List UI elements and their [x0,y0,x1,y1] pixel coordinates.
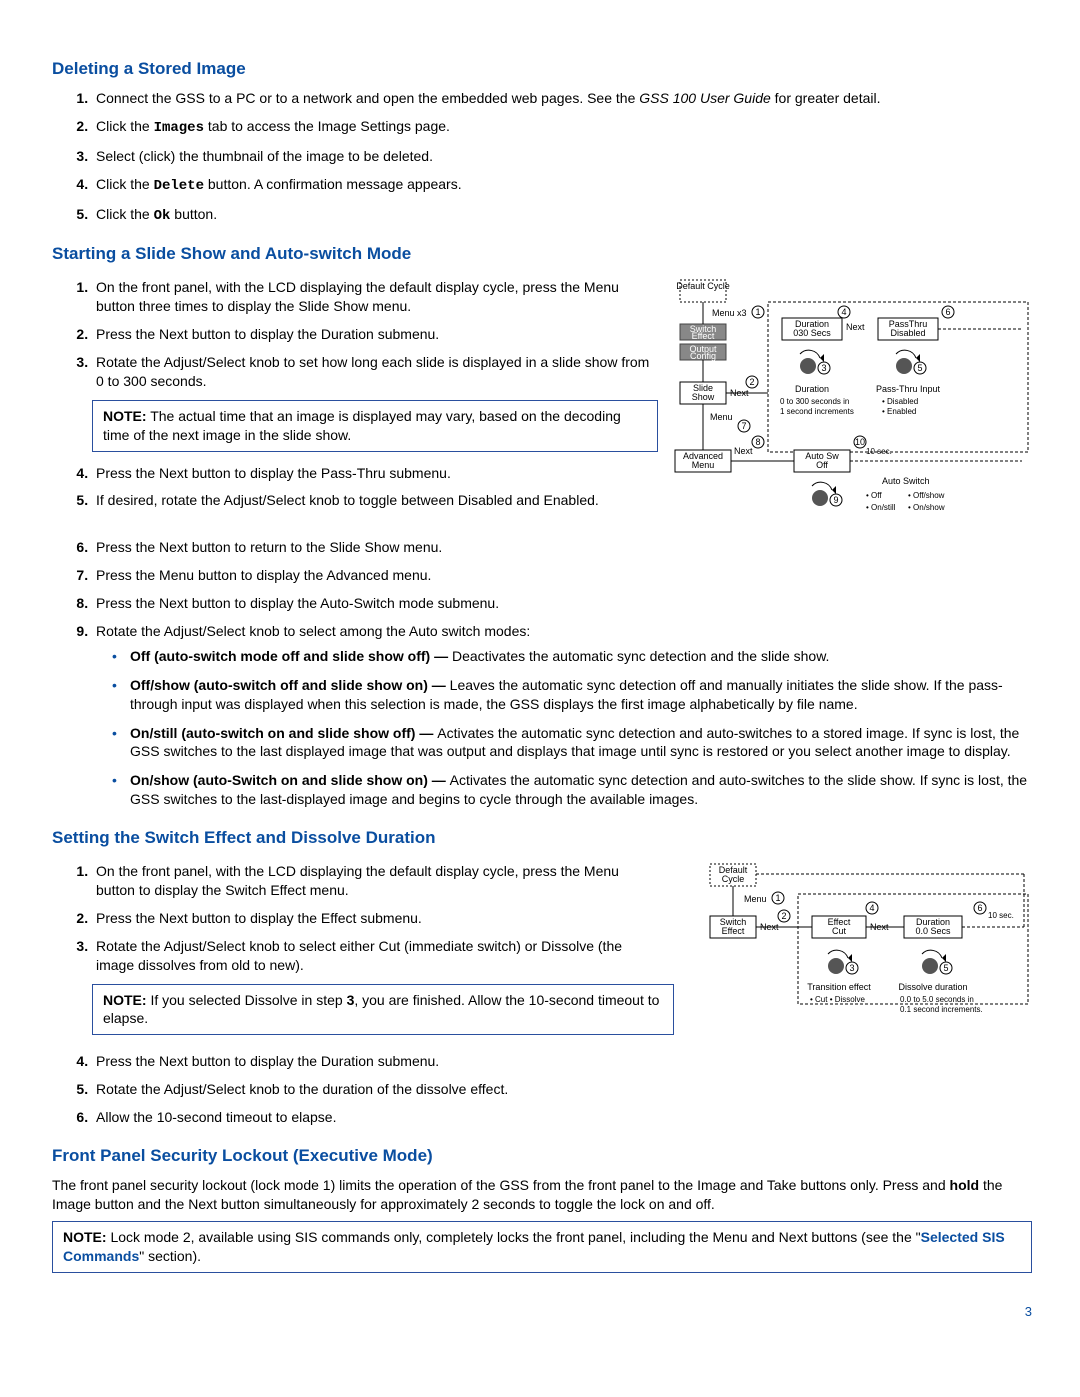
step: Press the Next button to display the Eff… [92,909,656,928]
list-slideshow-b: Press the Next button to display the Pas… [52,464,658,511]
step: Press the Next button to display the Aut… [92,594,1032,613]
step: Click the Delete button. A confirmation … [92,175,1032,196]
svg-text:030 Secs: 030 Secs [793,328,831,338]
step: Press the Next button to display the Dur… [92,325,656,344]
svg-text:Default Cycle: Default Cycle [676,281,730,291]
step: Click the Images tab to access the Image… [92,117,1032,138]
svg-text:• On/still: • On/still [866,503,896,512]
heading-slideshow: Starting a Slide Show and Auto-switch Mo… [52,243,1032,266]
svg-text:2: 2 [781,911,786,921]
svg-text:1 second increments: 1 second increments [780,407,854,416]
svg-text:Menu x3: Menu x3 [712,308,747,318]
note-box: NOTE: The actual time that an image is d… [92,400,658,452]
svg-text:Disabled: Disabled [890,328,925,338]
svg-text:Pass-Thru Input: Pass-Thru Input [876,384,941,394]
step: Connect the GSS to a PC or to a network … [92,89,1032,108]
mode-item: On/still (auto-switch on and slide show … [130,724,1032,762]
svg-text:10 sec.: 10 sec. [988,911,1014,920]
list-slideshow-c: Press the Next button to return to the S… [52,538,1032,809]
svg-text:Show: Show [692,392,715,402]
svg-text:10: 10 [855,437,865,447]
svg-text:5: 5 [917,363,922,373]
list-switcheffect-b: Press the Next button to display the Dur… [52,1052,1032,1127]
heading-lockout: Front Panel Security Lockout (Executive … [52,1145,1032,1168]
svg-text:6: 6 [945,307,950,317]
diagram-slideshow: .bx{fill:#fff;stroke:#000;stroke-width:1… [672,274,1032,534]
svg-text:Effect: Effect [692,331,715,341]
svg-text:Next: Next [846,322,865,332]
page-number: 3 [52,1303,1032,1321]
svg-text:• Enabled: • Enabled [882,407,916,416]
lockout-para: The front panel security lockout (lock m… [52,1176,1032,1214]
svg-text:6: 6 [977,903,982,913]
list-slideshow-a: On the front panel, with the LCD display… [52,278,658,390]
svg-text:Off: Off [816,460,828,470]
list-switcheffect-a: On the front panel, with the LCD display… [52,862,688,974]
svg-text:2: 2 [749,377,754,387]
svg-text:7: 7 [741,421,746,431]
heading-switcheffect: Setting the Switch Effect and Dissolve D… [52,827,1032,850]
svg-text:5: 5 [943,963,948,973]
list-deleting: Connect the GSS to a PC or to a network … [52,89,1032,225]
svg-text:Transition effect: Transition effect [807,982,871,992]
step: Press the Next button to display the Pas… [92,464,656,483]
svg-text:Config: Config [690,351,716,361]
svg-text:Auto Switch: Auto Switch [882,476,930,486]
svg-text:3: 3 [849,963,854,973]
heading-deleting: Deleting a Stored Image [52,58,1032,81]
svg-text:1: 1 [755,307,760,317]
svg-text:• Disabled: • Disabled [882,397,918,406]
step: Select (click) the thumbnail of the imag… [92,147,1032,166]
svg-text:Next: Next [734,446,753,456]
svg-text:0.1 second increments.: 0.1 second increments. [900,1005,983,1014]
svg-text:• Off/show: • Off/show [908,491,945,500]
step: Press the Next button to display the Dur… [92,1052,1032,1071]
svg-text:Effect: Effect [722,926,745,936]
svg-text:0.0 to 5.0 seconds in: 0.0 to 5.0 seconds in [900,995,974,1004]
step: Press the Next button to return to the S… [92,538,1032,557]
svg-text:Dissolve duration: Dissolve duration [898,982,967,992]
svg-text:Menu: Menu [710,412,733,422]
step: Press the Menu button to display the Adv… [92,566,1032,585]
step: Rotate the Adjust/Select knob to the dur… [92,1080,1032,1099]
mode-item: Off/show (auto-switch off and slide show… [130,676,1032,714]
svg-text:• Off: • Off [866,491,882,500]
modes-list: Off (auto-switch mode off and slide show… [96,647,1032,809]
svg-text:0 to 300 seconds in: 0 to 300 seconds in [780,397,849,406]
svg-text:• On/show: • On/show [908,503,945,512]
step: Rotate the Adjust/Select knob to set how… [92,353,656,391]
note-box: NOTE: If you selected Dissolve in step 3… [92,984,674,1036]
step: If desired, rotate the Adjust/Select kno… [92,491,658,510]
step: Click the Ok button. [92,205,1032,226]
svg-text:10 sec.: 10 sec. [866,447,892,456]
diagram-switcheffect: .bx{fill:#fff;stroke:#000;stroke-width:1… [702,858,1032,1048]
svg-text:8: 8 [755,437,760,447]
svg-text:4: 4 [841,307,846,317]
step: On the front panel, with the LCD display… [92,862,656,900]
svg-text:4: 4 [869,903,874,913]
svg-text:3: 3 [821,363,826,373]
svg-text:Cut: Cut [832,926,847,936]
mode-item: On/show (auto-Switch on and slide show o… [130,771,1032,809]
mode-item: Off (auto-switch mode off and slide show… [130,647,1032,666]
step: Rotate the Adjust/Select knob to select … [92,937,656,975]
svg-text:Duration: Duration [795,384,829,394]
svg-text:Cycle: Cycle [722,874,745,884]
svg-text:0.0 Secs: 0.0 Secs [915,926,951,936]
step: On the front panel, with the LCD display… [92,278,656,316]
step: Rotate the Adjust/Select knob to select … [92,622,1032,809]
svg-text:• Cut • Dissolve: • Cut • Dissolve [810,995,866,1004]
note-box: NOTE: Lock mode 2, available using SIS c… [52,1221,1032,1273]
step: Allow the 10-second timeout to elapse. [92,1108,1032,1127]
svg-text:1: 1 [775,893,780,903]
svg-text:Menu: Menu [744,894,767,904]
svg-text:9: 9 [833,495,838,505]
svg-text:Menu: Menu [692,460,715,470]
